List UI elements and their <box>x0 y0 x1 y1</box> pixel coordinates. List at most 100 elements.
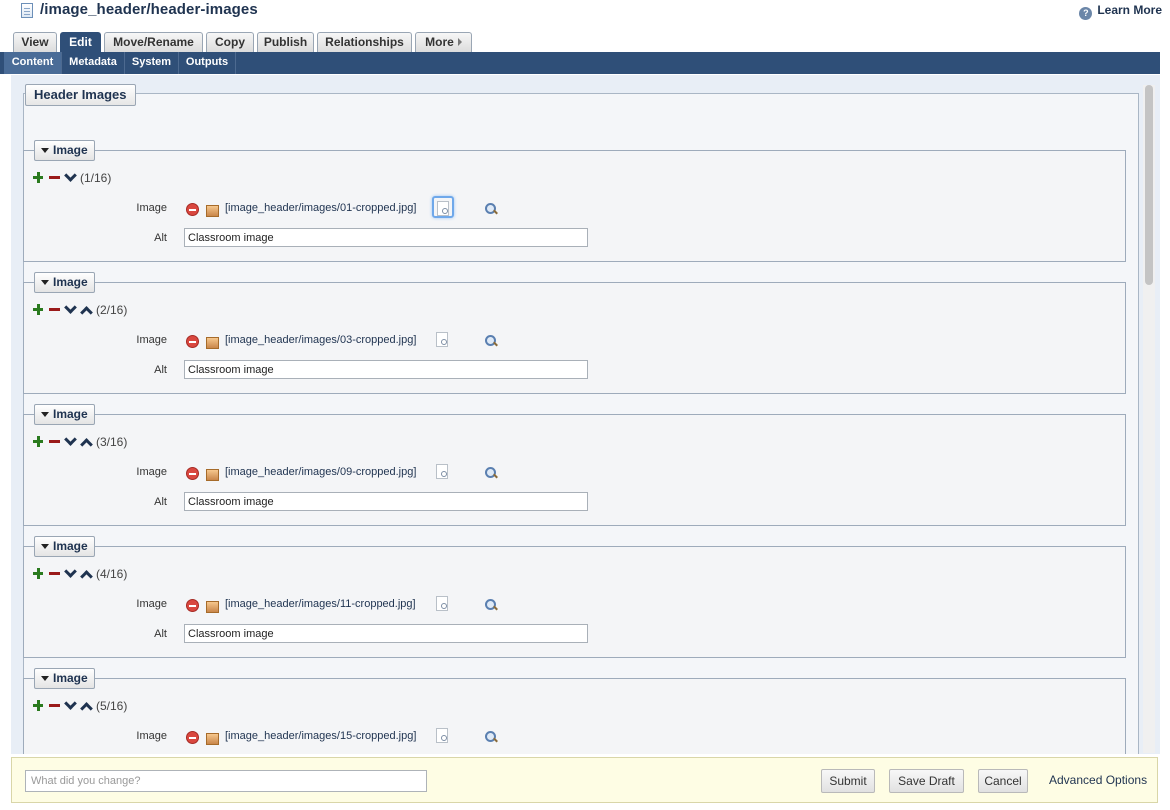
image-group: Image (2/16) Image [image_header/images/03-… <box>23 272 1126 394</box>
search-icon[interactable] <box>485 731 497 743</box>
remove-group-icon[interactable] <box>48 699 60 713</box>
clear-image-icon[interactable] <box>186 335 199 348</box>
add-icon[interactable] <box>32 567 44 581</box>
change-comment-input[interactable] <box>25 770 427 792</box>
browse-button[interactable] <box>432 724 454 746</box>
move-up-icon[interactable] <box>80 303 92 317</box>
advanced-options-link[interactable]: Advanced Options <box>1049 773 1147 787</box>
document-icon <box>21 3 33 18</box>
move-up-icon[interactable] <box>80 567 92 581</box>
image-group: Image (5/16) Image [image_header/images/15-… <box>23 668 1126 754</box>
browse-file-icon <box>436 464 448 479</box>
subtab-system[interactable]: System <box>125 52 179 74</box>
move-down-icon[interactable] <box>64 303 76 317</box>
image-path[interactable]: [image_header/images/01-cropped.jpg] <box>225 202 416 214</box>
cancel-button[interactable]: Cancel <box>978 769 1028 793</box>
learn-more-link[interactable]: ? Learn More <box>1079 3 1162 20</box>
image-field-label: Image <box>136 730 167 742</box>
browse-file-icon <box>436 332 448 347</box>
browse-button[interactable] <box>432 592 454 614</box>
alt-field-label: Alt <box>154 232 167 244</box>
image-path[interactable]: [image_header/images/11-cropped.jpg] <box>225 598 416 610</box>
image-field-label: Image <box>136 598 167 610</box>
move-up-icon[interactable] <box>80 435 92 449</box>
collapse-arrow-icon <box>41 544 49 549</box>
image-path[interactable]: [image_header/images/15-cropped.jpg] <box>225 730 416 742</box>
subtab-outputs[interactable]: Outputs <box>179 52 236 74</box>
alt-input[interactable] <box>184 228 588 247</box>
image-path[interactable]: [image_header/images/03-cropped.jpg] <box>225 334 416 346</box>
add-icon[interactable] <box>32 435 44 449</box>
clear-image-icon[interactable] <box>186 203 199 216</box>
save-bar: Submit Save Draft Cancel Advanced Option… <box>11 757 1158 803</box>
remove-group-icon[interactable] <box>48 171 60 185</box>
save-draft-button[interactable]: Save Draft <box>889 769 964 793</box>
tab-publish[interactable]: Publish <box>257 32 314 52</box>
image-group: Image (1/16) Image [image_header/images/01-… <box>23 140 1126 262</box>
search-icon[interactable] <box>485 335 497 347</box>
image-thumbnail-icon <box>206 205 219 217</box>
browse-button[interactable] <box>432 328 454 350</box>
move-down-icon[interactable] <box>64 171 76 185</box>
group-count: (2/16) <box>96 303 128 317</box>
image-thumbnail-icon <box>206 601 219 613</box>
move-down-icon[interactable] <box>64 699 76 713</box>
image-path[interactable]: [image_header/images/09-cropped.jpg] <box>225 466 416 478</box>
section-title: Header Images <box>25 84 136 106</box>
collapse-arrow-icon <box>41 148 49 153</box>
image-group-toggle[interactable]: Image <box>34 536 95 557</box>
image-group-toggle[interactable]: Image <box>34 404 95 425</box>
subtab-bar: Content Metadata System Outputs <box>0 52 1160 74</box>
search-icon[interactable] <box>485 599 497 611</box>
more-arrow-icon <box>457 38 462 46</box>
tab-edit[interactable]: Edit <box>60 32 101 52</box>
remove-group-icon[interactable] <box>48 567 60 581</box>
image-field-label: Image <box>136 202 167 214</box>
remove-group-icon[interactable] <box>48 303 60 317</box>
tab-move-rename[interactable]: Move/Rename <box>104 32 203 52</box>
alt-input[interactable] <box>184 624 588 643</box>
move-down-icon[interactable] <box>64 435 76 449</box>
move-down-icon[interactable] <box>64 567 76 581</box>
subtab-metadata[interactable]: Metadata <box>62 52 125 74</box>
move-up-icon[interactable] <box>80 699 92 713</box>
image-group: Image (3/16) Image [image_header/images/09-… <box>23 404 1126 526</box>
add-icon[interactable] <box>32 699 44 713</box>
help-icon: ? <box>1079 7 1093 20</box>
scrollbar-thumb[interactable] <box>1145 85 1153 285</box>
alt-input[interactable] <box>184 360 588 379</box>
image-group-toggle[interactable]: Image <box>34 140 95 161</box>
alt-field-label: Alt <box>154 364 167 376</box>
image-field-label: Image <box>136 466 167 478</box>
remove-group-icon[interactable] <box>48 435 60 449</box>
add-icon[interactable] <box>32 303 44 317</box>
search-icon[interactable] <box>485 203 497 215</box>
tab-copy[interactable]: Copy <box>206 32 254 52</box>
clear-image-icon[interactable] <box>186 599 199 612</box>
add-icon[interactable] <box>32 171 44 185</box>
subtab-content[interactable]: Content <box>4 52 62 74</box>
collapse-arrow-icon <box>41 412 49 417</box>
alt-input[interactable] <box>184 492 588 511</box>
alt-field-label: Alt <box>154 496 167 508</box>
tab-more[interactable]: More <box>415 32 472 52</box>
clear-image-icon[interactable] <box>186 467 199 480</box>
scrollbar[interactable] <box>1143 85 1155 753</box>
tab-view[interactable]: View <box>13 32 57 52</box>
collapse-arrow-icon <box>41 280 49 285</box>
search-icon[interactable] <box>485 467 497 479</box>
tab-relationships[interactable]: Relationships <box>317 32 412 52</box>
image-group-toggle[interactable]: Image <box>34 272 95 293</box>
alt-field-label: Alt <box>154 628 167 640</box>
browse-file-icon <box>436 596 448 611</box>
title-bar: /image_header/header-images ? Learn More <box>0 0 1170 24</box>
submit-button[interactable]: Submit <box>821 769 875 793</box>
image-thumbnail-icon <box>206 733 219 745</box>
image-field-label: Image <box>136 334 167 346</box>
learn-more-label: Learn More <box>1097 3 1162 17</box>
browse-button[interactable] <box>432 196 454 218</box>
clear-image-icon[interactable] <box>186 731 199 744</box>
image-group-toggle[interactable]: Image <box>34 668 95 689</box>
image-thumbnail-icon <box>206 337 219 349</box>
browse-button[interactable] <box>432 460 454 482</box>
